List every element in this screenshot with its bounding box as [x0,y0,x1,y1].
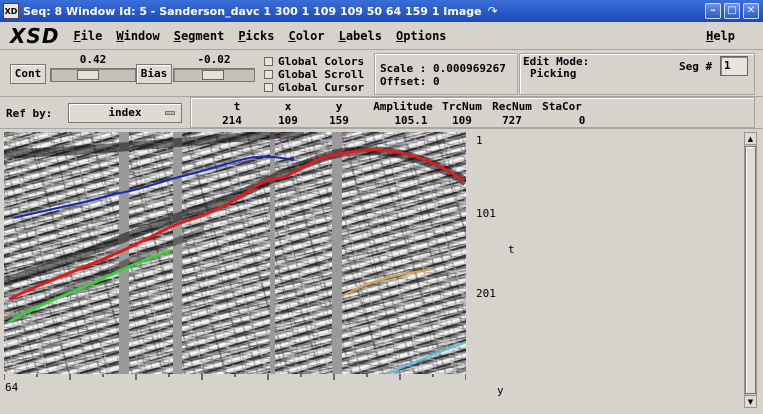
value-y: 159 [329,114,349,127]
header-x: x [284,100,292,113]
dead-trace [173,132,182,374]
header-t: t [233,100,241,113]
menu-window[interactable]: Window [116,29,159,43]
menu-color[interactable]: Color [288,29,324,43]
header-trcnum: TrcNum [442,100,482,113]
dead-trace [270,132,275,374]
edit-mode-value: Picking [530,67,577,80]
menu-bar: XSD File Window Segment Picks Color Labe… [0,22,763,50]
app-icon[interactable]: XD [3,3,19,19]
offset-label: Offset: 0 [380,75,440,88]
window-title: Seq: 8 Window Id: 5 - Sanderson_davc 1 3… [23,4,482,18]
global-colors-check[interactable]: Global Colors [264,55,364,68]
y-tick-101: 101 [476,207,496,220]
header-recnum: RecNum [492,100,532,113]
menu-picks[interactable]: Picks [238,29,274,43]
scale-label: Scale : 0.000969267 [380,62,506,75]
scroll-up-icon[interactable]: ▲ [745,133,756,145]
bias-slider-thumb[interactable] [202,70,224,80]
header-stacor: StaCor [542,100,582,113]
menu-help[interactable]: Help [706,29,735,43]
checkbox-icon[interactable] [264,70,273,79]
bias-value: -0.02 [197,53,231,66]
ref-by-value: index [108,106,142,119]
bias-button[interactable]: Bias [136,64,172,84]
minimize-icon[interactable]: – [705,3,721,19]
global-scroll-check[interactable]: Global Scroll [264,68,364,81]
menu-segment[interactable]: Segment [174,29,225,43]
seismic-image[interactable] [4,132,466,374]
menu-file[interactable]: File [73,29,102,43]
checkbox-icon[interactable] [264,57,273,66]
ref-by-label: Ref by: [6,107,53,120]
pin-icon[interactable]: ↷ [488,4,498,18]
maximize-icon[interactable]: □ [724,3,740,19]
x-axis-label: y [497,384,504,397]
value-amplitude: 105.1 [394,114,428,127]
header-y: y [335,100,343,113]
seismic-canvas[interactable] [4,132,466,374]
cont-slider[interactable] [50,68,136,82]
seg-label: Seg # [679,60,713,73]
bias-slider[interactable] [173,68,255,82]
ref-by-dropdown[interactable]: index [68,103,182,123]
x-start-label: 64 [5,381,19,394]
y-axis-label: t [508,243,515,256]
cont-slider-thumb[interactable] [77,70,99,80]
header-amplitude: Amplitude [373,100,433,113]
y-tick-201: 201 [476,287,496,300]
y-tick-1: 1 [476,134,483,147]
seg-input[interactable]: 1 [720,56,748,76]
global-colors-label: Global Colors [278,55,365,68]
cont-button[interactable]: Cont [10,64,46,84]
value-x: 109 [278,114,298,127]
dropdown-indicator-icon [165,111,175,115]
title-bar: XD Seq: 8 Window Id: 5 - Sanderson_davc … [0,0,763,22]
dead-trace [332,132,342,374]
value-t: 214 [222,114,242,127]
close-icon[interactable]: ✕ [743,3,759,19]
global-cursor-label: Global Cursor [278,81,365,94]
scrollbar-thumb[interactable] [745,146,756,394]
value-recnum: 727 [502,114,522,127]
info-row: Ref by: index t x y Amplitude TrcNum Rec… [0,97,763,129]
vertical-scrollbar[interactable]: ▲ ▼ [744,132,757,408]
value-trcnum: 109 [452,114,472,127]
x-axis-ticks [4,374,466,380]
global-scroll-label: Global Scroll [278,68,365,81]
global-cursor-check[interactable]: Global Cursor [264,81,364,94]
menu-labels[interactable]: Labels [339,29,382,43]
cont-value: 0.42 [79,53,107,66]
xsd-logo: XSD [10,23,60,48]
value-stacor: 0 [578,114,586,127]
scroll-down-icon[interactable]: ▼ [745,395,756,407]
checkbox-icon[interactable] [264,83,273,92]
control-row: Cont 0.42 Bias -0.02 Global Colors Globa… [0,51,763,97]
menu-options[interactable]: Options [396,29,447,43]
